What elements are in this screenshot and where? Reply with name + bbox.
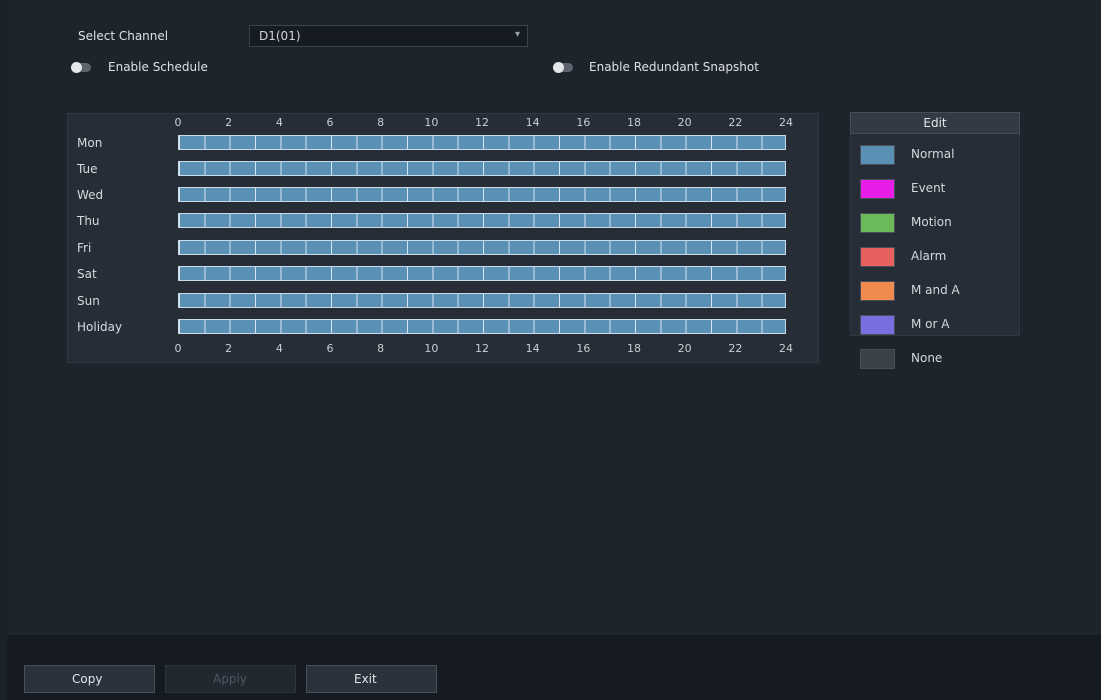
enable-schedule-toggle[interactable] xyxy=(71,62,91,73)
hour-tick: 20 xyxy=(677,116,692,129)
hour-tick: 22 xyxy=(728,342,743,355)
day-label: Thu xyxy=(77,214,100,228)
day-label: Wed xyxy=(77,188,104,202)
legend-swatch xyxy=(860,179,895,199)
day-label: Sat xyxy=(77,267,97,281)
day-label: Mon xyxy=(77,136,103,150)
hour-tick: 6 xyxy=(326,116,334,129)
legend-item-m-or-a[interactable]: M or A xyxy=(860,313,1020,337)
hour-tick: 14 xyxy=(525,342,540,355)
legend-swatch xyxy=(860,213,895,233)
hour-tick: 16 xyxy=(576,342,591,355)
legend-label: M or A xyxy=(911,317,950,331)
legend-label: None xyxy=(911,351,943,365)
legend-swatch xyxy=(860,247,895,267)
copy-button[interactable]: Copy xyxy=(24,665,155,693)
day-label: Holiday xyxy=(77,320,123,334)
hour-tick: 6 xyxy=(326,342,334,355)
hour-tick: 0 xyxy=(174,342,182,355)
legend-item-motion[interactable]: Motion xyxy=(860,211,1020,235)
hour-tick: 8 xyxy=(377,116,385,129)
hour-tick: 20 xyxy=(677,342,692,355)
schedule-bar-sun[interactable] xyxy=(178,293,786,308)
day-label: Fri xyxy=(77,241,92,255)
legend-label: Event xyxy=(911,181,946,195)
legend-item-none[interactable]: None xyxy=(860,347,1020,371)
hour-tick: 8 xyxy=(377,342,385,355)
legend-swatch xyxy=(860,349,895,369)
day-label: Tue xyxy=(77,162,98,176)
hour-tick: 2 xyxy=(225,342,233,355)
schedule-bar-tue[interactable] xyxy=(178,161,786,176)
channel-select[interactable]: D1(01) ▾ xyxy=(249,25,528,47)
legend-item-m-and-a[interactable]: M and A xyxy=(860,279,1020,303)
legend-label: Normal xyxy=(911,147,955,161)
channel-select-value: D1(01) xyxy=(259,29,301,43)
legend-swatch xyxy=(860,145,895,165)
hour-tick: 4 xyxy=(275,116,283,129)
legend-swatch xyxy=(860,315,895,335)
enable-redundant-snapshot-toggle[interactable] xyxy=(553,62,573,73)
exit-button[interactable]: Exit xyxy=(306,665,437,693)
hour-tick: 2 xyxy=(225,116,233,129)
legend-swatch xyxy=(860,281,895,301)
enable-redundant-snapshot-label: Enable Redundant Snapshot xyxy=(589,60,759,74)
hour-tick: 4 xyxy=(275,342,283,355)
legend-label: M and A xyxy=(911,283,960,297)
schedule-bar-thu[interactable] xyxy=(178,213,786,228)
hour-tick: 10 xyxy=(424,116,439,129)
legend-label: Alarm xyxy=(911,249,947,263)
legend-item-normal[interactable]: Normal xyxy=(860,143,1020,167)
hour-tick: 18 xyxy=(627,116,641,129)
schedule-bar-sat[interactable] xyxy=(178,266,786,281)
hour-tick: 22 xyxy=(728,116,743,129)
edit-button[interactable]: Edit xyxy=(850,112,1020,134)
select-channel-label: Select Channel xyxy=(78,29,169,43)
hour-tick: 18 xyxy=(627,342,641,355)
hour-tick: 0 xyxy=(174,116,182,129)
hour-tick: 12 xyxy=(475,116,489,129)
apply-button[interactable]: Apply xyxy=(165,665,296,693)
hour-tick: 24 xyxy=(779,342,793,355)
hour-tick: 14 xyxy=(525,116,540,129)
schedule-bar-holiday[interactable] xyxy=(178,319,786,334)
hour-tick: 24 xyxy=(779,116,793,129)
hour-tick: 16 xyxy=(576,116,591,129)
chevron-down-icon: ▾ xyxy=(514,29,520,40)
schedule-bar-fri[interactable] xyxy=(178,240,786,255)
enable-schedule-label: Enable Schedule xyxy=(108,60,208,74)
day-label: Sun xyxy=(77,294,100,308)
schedule-bar-mon[interactable] xyxy=(178,135,786,150)
legend-item-event[interactable]: Event xyxy=(860,177,1020,201)
hour-tick: 10 xyxy=(424,342,439,355)
hour-tick: 12 xyxy=(475,342,489,355)
schedule-bar-wed[interactable] xyxy=(178,187,786,202)
legend-label: Motion xyxy=(911,215,952,229)
legend-item-alarm[interactable]: Alarm xyxy=(860,245,1020,269)
